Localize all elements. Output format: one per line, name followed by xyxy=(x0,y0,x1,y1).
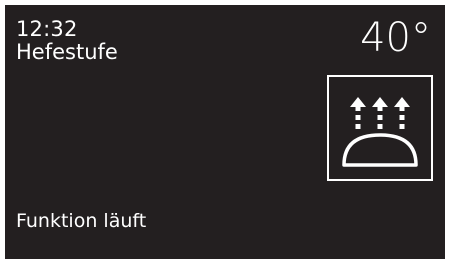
status-message: Funktion läuft xyxy=(16,210,147,232)
clock-time: 12:32 xyxy=(16,17,78,41)
temperature-readout[interactable]: 40° xyxy=(360,17,431,59)
oven-display-screen: 12:32 Hefestufe 40° Funktion läuft xyxy=(5,5,445,259)
proofing-warm-air-icon xyxy=(342,97,418,167)
program-name: Hefestufe xyxy=(16,40,118,64)
mode-icon-frame[interactable] xyxy=(327,75,433,181)
